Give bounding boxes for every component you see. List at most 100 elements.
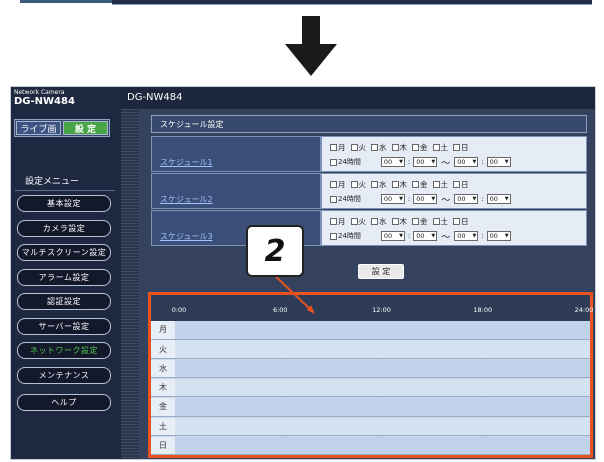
top-strip (0, 0, 604, 8)
schedule-link-2[interactable]: スケジュール2 (160, 195, 213, 204)
timeline-day-label: 日 (151, 436, 175, 456)
day-check-thu[interactable]: 木 (391, 179, 407, 190)
day-check-thu[interactable]: 木 (391, 142, 407, 153)
allday-checkbox[interactable]: 24時間 (330, 157, 361, 167)
setup-mode-button[interactable]: 設 定 (63, 121, 108, 135)
day-checkboxes: 月 火 水 木 金 土 日 (330, 140, 586, 154)
day-checkboxes: 月 火 水 木 金 土 日 (330, 214, 586, 228)
timeline-header (151, 295, 590, 321)
main-content: DG-NW484 スケジュール設定 スケジュール1 月 火 水 木 金 土 日 (121, 87, 595, 459)
timeline-day-label: 金 (151, 398, 175, 417)
start-hour-select[interactable]: 00 (380, 194, 405, 204)
timeline-day-label: 木 (151, 378, 175, 398)
time-colon: : (407, 232, 411, 240)
allday-checkbox[interactable]: 24時間 (330, 231, 361, 241)
schedule-link-1[interactable]: スケジュール1 (160, 158, 213, 167)
down-arrow-icon (285, 16, 337, 76)
step-callout: 2 (246, 225, 304, 277)
schedule-label-cell: スケジュール2 (151, 173, 321, 209)
menu-camera-settings[interactable]: カメラ設定 (17, 219, 111, 237)
start-minute-select[interactable]: 00 (413, 157, 438, 167)
timeline-day-label: 火 (151, 340, 175, 359)
day-check-sat[interactable]: 土 (432, 216, 448, 227)
day-check-sun[interactable]: 日 (453, 142, 469, 153)
end-hour-select[interactable]: 00 (454, 194, 479, 204)
timeline-day-band[interactable] (175, 378, 590, 398)
range-tilde: ～ (441, 232, 451, 243)
time-colon: : (481, 158, 484, 166)
start-hour-select[interactable]: 00 (380, 157, 405, 167)
set-button[interactable]: 設 定 (358, 264, 404, 279)
start-hour-select[interactable]: 00 (380, 231, 405, 241)
time-colon: : (407, 195, 411, 203)
time-colon: : (481, 195, 484, 203)
schedule-section-title: スケジュール設定 (151, 115, 587, 133)
callout-pointer (270, 271, 315, 314)
day-check-sun[interactable]: 日 (453, 216, 469, 227)
day-check-fri[interactable]: 金 (412, 216, 428, 227)
day-check-sat[interactable]: 土 (432, 179, 448, 190)
day-check-mon[interactable]: 月 (330, 216, 346, 227)
menu-server-settings[interactable]: サーバー設定 (17, 317, 111, 335)
page-header: DG-NW484 (121, 87, 595, 109)
day-check-mon[interactable]: 月 (330, 142, 346, 153)
start-minute-select[interactable]: 00 (413, 194, 438, 204)
end-hour-select[interactable]: 00 (454, 231, 479, 241)
sidebar: Network Camera DG-NW484 ライブ画 設 定 設定メニュー … (11, 87, 121, 459)
menu-multiscreen-settings[interactable]: マルチスクリーン設定 (17, 244, 111, 261)
menu-alarm-settings[interactable]: アラーム設定 (17, 268, 111, 286)
start-minute-select[interactable]: 00 (413, 231, 438, 241)
timeline-day-band[interactable] (175, 340, 590, 359)
schedule-link-3[interactable]: スケジュール3 (160, 232, 213, 241)
end-minute-select[interactable]: 00 (486, 157, 511, 167)
day-check-thu[interactable]: 木 (391, 216, 407, 227)
day-check-tue[interactable]: 火 (350, 216, 366, 227)
schedule-label-cell: スケジュール1 (151, 136, 321, 172)
menu-help[interactable]: ヘルプ (17, 393, 111, 411)
timeline-tick-label: 18:00 (473, 306, 493, 314)
day-check-fri[interactable]: 金 (412, 142, 428, 153)
timeline-tick-label: 24:00 (574, 306, 594, 314)
day-check-tue[interactable]: 火 (350, 179, 366, 190)
day-check-tue[interactable]: 火 (350, 142, 366, 153)
end-hour-select[interactable]: 00 (454, 157, 479, 167)
day-check-mon[interactable]: 月 (330, 179, 346, 190)
timeline-day-band[interactable] (175, 417, 590, 436)
day-check-wed[interactable]: 水 (371, 216, 387, 227)
day-check-sat[interactable]: 土 (432, 142, 448, 153)
timeline-day-band[interactable] (175, 359, 590, 379)
end-minute-select[interactable]: 00 (486, 231, 511, 241)
timeline-day-band[interactable] (175, 321, 590, 340)
brand: Network Camera DG-NW484 (14, 89, 75, 107)
menu-basic-settings[interactable]: 基本設定 (17, 195, 111, 212)
live-mode-button[interactable]: ライブ画 (16, 121, 61, 135)
brand-subtitle: Network Camera (14, 89, 65, 96)
day-check-wed[interactable]: 水 (371, 179, 387, 190)
mode-switch: ライブ画 設 定 (14, 119, 110, 137)
brand-model: DG-NW484 (14, 96, 75, 107)
end-minute-select[interactable]: 00 (486, 194, 511, 204)
time-range: 24時間 00 : 00 ～ 00 : 00 (330, 192, 586, 206)
schedule-controls: 月 火 水 木 金 土 日 24時間 00 : 00 ～ (321, 210, 587, 246)
schedule-table: スケジュール1 月 火 水 木 金 土 日 24時間 00 ▼: 00 ▼ ～… (151, 136, 587, 247)
range-tilde: ～ (441, 158, 451, 169)
time-colon: : (407, 158, 411, 166)
side-texture (121, 109, 139, 459)
timeline-day-band[interactable] (175, 398, 590, 417)
schedule-row: スケジュール1 月 火 水 木 金 土 日 24時間 00 ▼: 00 ▼ ～… (151, 136, 587, 172)
schedule-controls: 月 火 水 木 金 土 日 24時間 00 : 00 ～ (321, 173, 587, 209)
allday-checkbox[interactable]: 24時間 (330, 194, 361, 204)
day-check-wed[interactable]: 水 (371, 142, 387, 153)
menu-auth-settings[interactable]: 認証設定 (17, 293, 111, 310)
day-check-fri[interactable]: 金 (412, 179, 428, 190)
setup-menu-title: 設定メニュー (25, 177, 80, 187)
timeline-day-band[interactable] (175, 436, 590, 456)
menu-network-settings[interactable]: ネットワーク設定 (17, 342, 111, 359)
time-range: 24時間 00 : 00 ～ 00 : 00 (330, 155, 586, 169)
menu-maintenance[interactable]: メンテナンス (17, 366, 111, 384)
timeline-day-label: 月 (151, 321, 175, 340)
range-tilde: ～ (441, 195, 451, 206)
setup-menu: 基本設定 カメラ設定 マルチスクリーン設定 アラーム設定 認証設定 サーバー設定… (17, 195, 111, 418)
camera-setup-screen: Network Camera DG-NW484 ライブ画 設 定 設定メニュー … (10, 86, 596, 460)
day-check-sun[interactable]: 日 (453, 179, 469, 190)
